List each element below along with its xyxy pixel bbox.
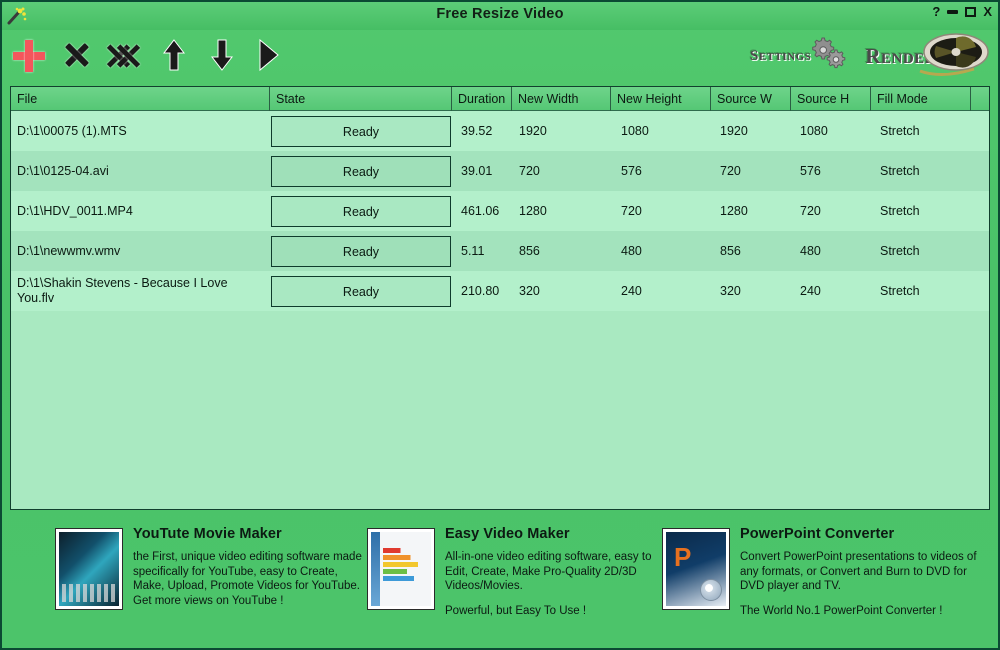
promo-panel: YouTute Movie Maker the First, unique vi… [10,518,990,644]
column-header-source-w[interactable]: Source W [710,87,790,111]
column-header-state[interactable]: State [269,87,451,111]
software-box-powerpoint-converter-thumbnail[interactable] [662,528,730,610]
cell-file: D:\1\Shakin Stevens - Because I Love You… [17,276,231,305]
cell-source-w: 1920 [720,123,748,138]
cell-new-width: 1920 [519,123,547,138]
table-row[interactable]: D:\1\0125-04.avi Ready 39.01 720 576 720… [11,151,989,191]
column-header-file[interactable]: File [11,87,269,111]
application-window: Free Resize Video ? X Settings Render Fi… [0,0,1000,650]
software-box-youtube-movie-maker-thumbnail[interactable] [55,528,123,610]
cell-duration: 210.80 [461,283,500,298]
cell-source-h: 720 [800,203,821,218]
cell-duration: 5.11 [461,243,485,258]
promo-item[interactable]: Easy Video Maker All-in-one video editin… [362,518,662,644]
cell-fill-mode: Stretch [880,243,920,258]
column-header-extra[interactable] [970,87,989,111]
play-button[interactable] [256,38,290,74]
table-body: D:\1\00075 (1).MTS Ready 39.52 1920 1080… [11,111,989,509]
promo-item[interactable]: PowerPoint Converter Convert PowerPoint … [662,518,990,644]
toolbar-actions [12,30,290,82]
gear-icon [805,34,851,79]
column-header-new-height[interactable]: New Height [610,87,710,111]
cell-file: D:\1\00075 (1).MTS [17,123,127,138]
software-box-easy-video-maker-thumbnail[interactable] [367,528,435,610]
promo-body: All-in-one video editing software, easy … [445,551,652,592]
file-list-panel[interactable]: File State Duration New Width New Height… [10,86,990,510]
table-row[interactable]: D:\1\Shakin Stevens - Because I Love You… [11,271,989,311]
promo-body: Convert PowerPoint presentations to vide… [740,551,977,592]
settings-label: Settings [750,47,812,64]
table-row[interactable]: D:\1\newwmv.wmv Ready 5.11 856 480 856 4… [11,231,989,271]
promo-title: YouTute Movie Maker [133,526,282,542]
state-button[interactable]: Ready [271,196,451,227]
state-button[interactable]: Ready [271,156,451,187]
help-icon[interactable]: ? [932,5,940,18]
cell-file: D:\1\newwmv.wmv [17,243,121,258]
minimize-icon[interactable] [947,10,959,14]
cell-source-h: 480 [800,243,821,258]
cell-fill-mode: Stretch [880,123,920,138]
cell-file: D:\1\0125-04.avi [17,163,109,178]
promo-body: the First, unique video editing software… [133,551,362,607]
cell-duration: 39.52 [461,123,493,138]
cell-new-height: 1080 [621,123,649,138]
promo-item[interactable]: YouTute Movie Maker the First, unique vi… [10,518,362,644]
cell-duration: 39.01 [461,163,493,178]
promo-title: PowerPoint Converter [740,526,895,542]
cell-new-width: 856 [519,243,540,258]
maximize-icon[interactable] [965,6,977,17]
cell-source-h: 1080 [800,123,828,138]
settings-button[interactable]: Settings [750,34,851,79]
window-controls: ? X [932,5,992,18]
render-button[interactable]: Render [865,31,990,82]
cell-new-width: 320 [519,283,540,298]
film-reel-icon [914,31,990,82]
column-header-duration[interactable]: Duration [451,87,511,111]
cell-source-w: 720 [720,163,741,178]
window-title: Free Resize Video [436,6,564,22]
cell-file: D:\1\HDV_0011.MP4 [17,203,133,218]
remove-file-button[interactable] [60,38,94,74]
table-row[interactable]: D:\1\HDV_0011.MP4 Ready 461.06 1280 720 … [11,191,989,231]
toolbar-right: Settings Render [750,30,990,82]
close-icon[interactable]: X [983,5,992,18]
cell-new-height: 240 [621,283,642,298]
toolbar: Settings Render [2,30,998,82]
state-button[interactable]: Ready [271,116,451,147]
cell-source-w: 856 [720,243,741,258]
cell-fill-mode: Stretch [880,203,920,218]
column-header-source-h[interactable]: Source H [790,87,870,111]
promo-tagline: Powerful, but Easy To Use ! [445,604,587,617]
promo-tagline: The World No.1 PowerPoint Converter ! [740,604,943,617]
add-file-button[interactable] [12,38,46,74]
promo-title: Easy Video Maker [445,526,570,542]
cell-new-height: 720 [621,203,642,218]
cell-new-height: 576 [621,163,642,178]
cell-new-height: 480 [621,243,642,258]
column-header-fill-mode[interactable]: Fill Mode [870,87,970,111]
cell-new-width: 1280 [519,203,547,218]
cell-source-h: 240 [800,283,821,298]
cell-source-h: 576 [800,163,821,178]
move-down-button[interactable] [208,38,242,74]
cell-fill-mode: Stretch [880,163,920,178]
remove-all-button[interactable] [108,38,146,74]
cell-fill-mode: Stretch [880,283,920,298]
title-bar: Free Resize Video ? X [2,2,998,30]
state-button[interactable]: Ready [271,276,451,307]
state-button[interactable]: Ready [271,236,451,267]
cell-new-width: 720 [519,163,540,178]
table-row[interactable]: D:\1\00075 (1).MTS Ready 39.52 1920 1080… [11,111,989,151]
column-header-new-width[interactable]: New Width [511,87,610,111]
move-up-button[interactable] [160,38,194,74]
table-header: File State Duration New Width New Height… [11,87,989,111]
cell-duration: 461.06 [461,203,500,218]
cell-source-w: 320 [720,283,741,298]
cell-source-w: 1280 [720,203,748,218]
